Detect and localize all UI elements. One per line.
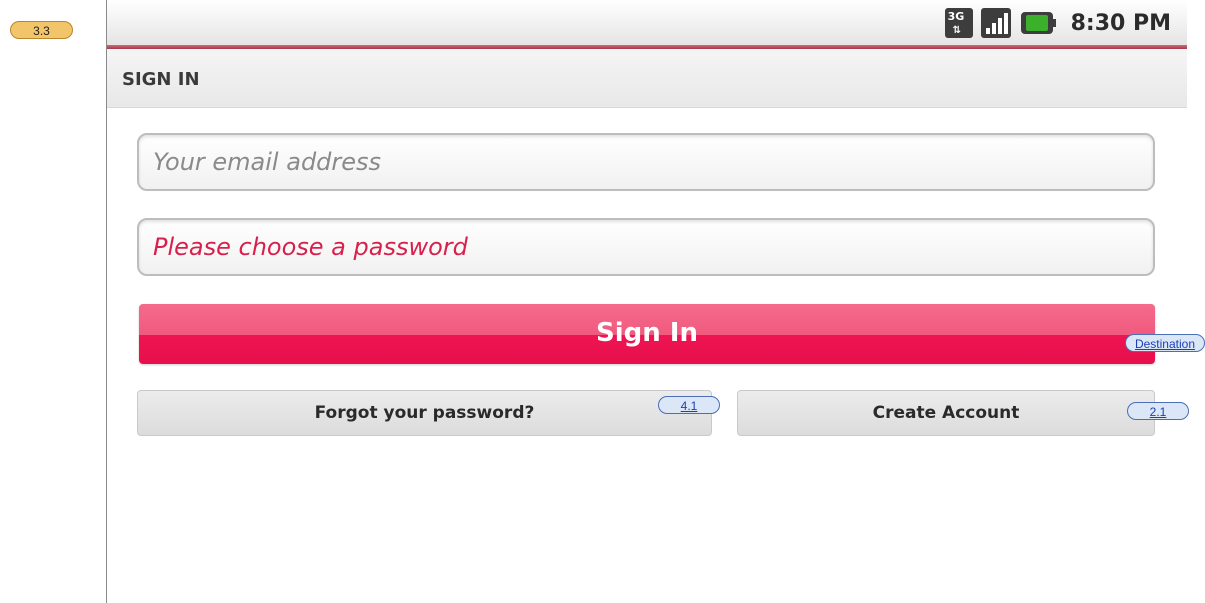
sign-in-button[interactable]: Sign In	[139, 304, 1155, 364]
3g-icon: 3G ⇅	[944, 8, 973, 38]
page-id-badge: 3.3	[10, 21, 73, 39]
create-account-button[interactable]: Create Account	[737, 390, 1155, 436]
signal-icon	[980, 8, 1011, 38]
data-arrows-icon: ⇅	[952, 25, 961, 36]
network-type-label: 3G	[947, 10, 965, 23]
status-bar: 3G ⇅ 8:30 PM	[107, 0, 1187, 46]
status-icons: 3G ⇅ 8:30 PM	[944, 0, 1171, 46]
forgot-password-button[interactable]: Forgot your password?	[137, 390, 712, 436]
sign-in-destination-link[interactable]: Destination	[1125, 334, 1205, 352]
password-input[interactable]: Please choose a password	[137, 218, 1155, 276]
create-account-link-badge[interactable]: 2.1	[1127, 402, 1189, 420]
forgot-password-link-badge[interactable]: 4.1	[658, 396, 720, 414]
battery-icon	[1020, 12, 1056, 34]
page-title: SIGN IN	[122, 69, 200, 90]
title-bar: SIGN IN	[107, 49, 1187, 108]
email-input[interactable]: Your email address	[137, 133, 1155, 191]
status-clock: 8:30 PM	[1070, 10, 1171, 36]
